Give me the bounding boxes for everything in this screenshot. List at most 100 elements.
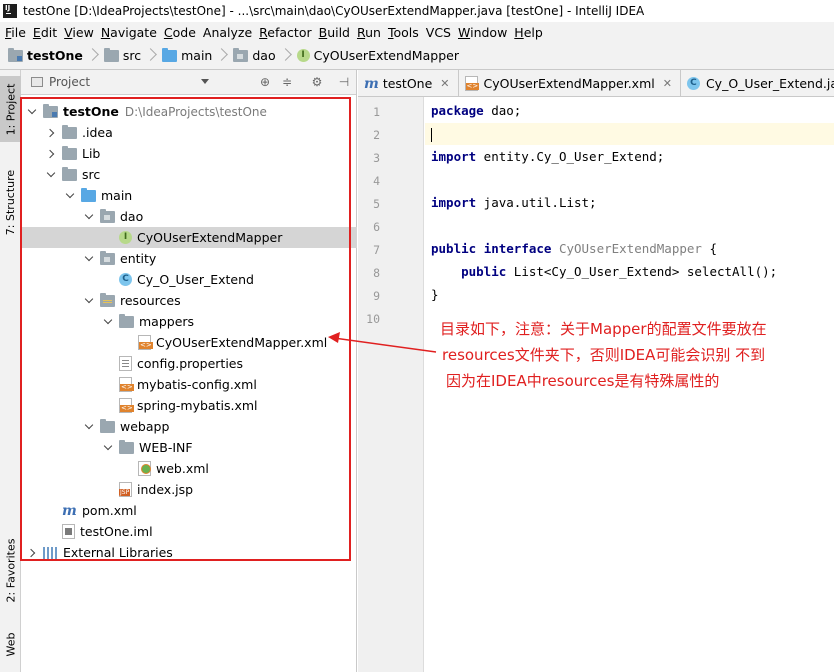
target-icon[interactable]: ⊕ (258, 75, 272, 89)
libraries-icon (43, 546, 58, 559)
chevron-down-icon[interactable] (101, 315, 115, 329)
tab-testone-pom[interactable]: m testOne ✕ (358, 70, 459, 97)
close-icon[interactable]: ✕ (663, 77, 672, 90)
line-number: 3 (373, 151, 380, 165)
tab-project[interactable]: 1: Project (0, 76, 21, 142)
breadcrumb-label: CyOUserExtendMapper (313, 48, 459, 63)
project-folder-icon (8, 47, 23, 62)
class-icon: C (686, 77, 700, 90)
tree-item[interactable]: entity (21, 248, 357, 269)
tree-item-label: testOne.iml (80, 524, 153, 539)
chevron-down-icon[interactable] (63, 189, 77, 203)
breadcrumb-label: dao (252, 48, 276, 63)
breadcrumb-src[interactable]: src (103, 47, 141, 63)
chevron-right-icon[interactable] (44, 147, 58, 161)
menu-refactor[interactable]: Refactor (257, 25, 316, 40)
breadcrumb-dao[interactable]: dao (233, 47, 276, 63)
chevron-right-icon[interactable] (44, 126, 58, 140)
tree-item[interactable]: WEB-INF (21, 437, 357, 458)
tree-item[interactable]: config.properties (21, 353, 357, 374)
tree-item[interactable]: testOne.iml (21, 521, 357, 542)
tree-item[interactable]: CyOUserExtendMapper.xml (21, 332, 357, 353)
xml-file-icon (119, 377, 134, 392)
jsp-file-icon (119, 482, 132, 497)
spring-xml-file-icon (119, 398, 134, 413)
tab-structure[interactable]: 7: Structure (0, 162, 21, 242)
code-text: java.util.List; (476, 195, 597, 210)
tree-item[interactable]: spring-mybatis.xml (21, 395, 357, 416)
project-view-selector[interactable]: Project (49, 75, 90, 89)
menu-analyze[interactable]: Analyze (201, 25, 257, 40)
tree-item[interactable]: src (21, 164, 357, 185)
tree-item[interactable]: web.xml (21, 458, 357, 479)
menu-navigate[interactable]: Navigate (99, 25, 162, 40)
gear-icon[interactable]: ⚙ (310, 75, 324, 89)
tab-mapper-xml[interactable]: CyOUserExtendMapper.xml ✕ (459, 70, 681, 97)
chevron-down-icon[interactable] (25, 105, 39, 119)
folder-icon (62, 124, 77, 139)
tree-item[interactable]: Lib (21, 143, 357, 164)
menu-edit[interactable]: Edit (31, 25, 62, 40)
interface-name: CyOUserExtendMapper (558, 241, 702, 256)
breadcrumb-project[interactable]: testOne (8, 47, 83, 63)
chevron-down-icon[interactable] (82, 210, 96, 224)
menu-run[interactable]: Run (355, 25, 386, 40)
tree-item-label: Cy_O_User_Extend (137, 272, 254, 287)
tree-item[interactable]: dao (21, 206, 357, 227)
dropdown-arrow-icon[interactable] (201, 79, 209, 84)
menu-code[interactable]: Code (162, 25, 201, 40)
folder-icon (119, 439, 134, 454)
maven-icon: m (364, 75, 379, 92)
chevron-down-icon[interactable] (101, 441, 115, 455)
tree-item[interactable]: m pom.xml (21, 500, 357, 521)
menu-file[interactable]: File (3, 25, 31, 40)
tab-user-extend-java[interactable]: C Cy_O_User_Extend.java (681, 70, 834, 97)
code-text: entity.Cy_O_User_Extend; (476, 149, 665, 164)
hide-panel-icon[interactable]: ⊣ (337, 75, 351, 89)
tree-item[interactable]: resources (21, 290, 357, 311)
menu-tools[interactable]: Tools (386, 25, 424, 40)
tree-item[interactable]: mybatis-config.xml (21, 374, 357, 395)
menu-view[interactable]: View (62, 25, 99, 40)
chevron-right-icon[interactable] (25, 546, 39, 560)
tree-item[interactable]: .idea (21, 122, 357, 143)
menu-window[interactable]: Window (456, 25, 512, 40)
menu-vcs[interactable]: VCS (424, 25, 456, 40)
breadcrumb-mapper[interactable]: I CyOUserExtendMapper (296, 48, 459, 63)
collapse-all-icon[interactable]: ≑ (280, 75, 294, 89)
menu-build[interactable]: Build (317, 25, 355, 40)
left-tool-strip: 1: Project 7: Structure 2: Favorites Web (0, 70, 21, 672)
chevron-down-icon[interactable] (82, 294, 96, 308)
keyword: package (431, 103, 484, 118)
tree-item[interactable]: mappers (21, 311, 357, 332)
menu-help[interactable]: Help (512, 25, 548, 40)
code-line-1: package dao; (431, 103, 521, 118)
close-icon[interactable]: ✕ (440, 77, 449, 90)
tree-item[interactable]: main (21, 185, 357, 206)
tree-item[interactable]: C Cy_O_User_Extend (21, 269, 357, 290)
tree-item[interactable]: I CyOUserExtendMapper (21, 227, 357, 248)
tab-web[interactable]: Web (0, 626, 21, 662)
breadcrumb-label: main (181, 48, 213, 63)
folder-icon (119, 313, 134, 328)
tree-item-label: webapp (120, 419, 170, 434)
tree-item-label: CyOUserExtendMapper.xml (156, 335, 328, 350)
tree-item[interactable]: webapp (21, 416, 357, 437)
project-path: D:\IdeaProjects\testOne (124, 104, 267, 119)
chevron-down-icon[interactable] (44, 168, 58, 182)
chevron-down-icon[interactable] (82, 420, 96, 434)
chevron-down-icon[interactable] (82, 252, 96, 266)
tree-item[interactable]: External Libraries (21, 542, 357, 563)
tab-favorites[interactable]: 2: Favorites (0, 530, 21, 610)
breadcrumb-main[interactable]: main (162, 47, 213, 63)
code-text: { (701, 241, 718, 256)
line-number: 2 (373, 128, 380, 142)
tree-item[interactable]: testOne D:\IdeaProjects\testOne (21, 101, 357, 122)
tab-label: Cy_O_User_Extend.java (705, 76, 834, 91)
tree-item[interactable]: index.jsp (21, 479, 357, 500)
source-folder-icon (81, 187, 96, 202)
